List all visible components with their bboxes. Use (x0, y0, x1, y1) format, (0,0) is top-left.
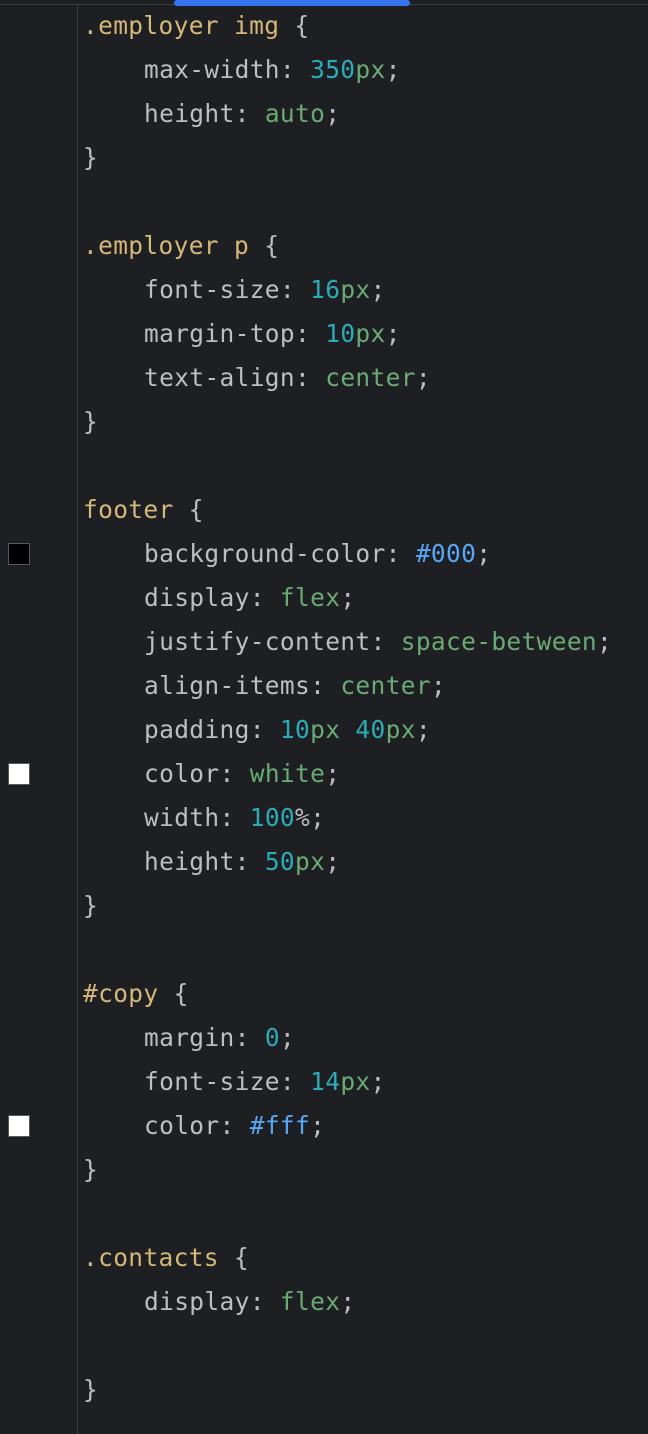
code-line: height: auto; (144, 99, 341, 128)
code-line: .employer p { (83, 231, 280, 260)
css-property: background-color (144, 539, 386, 568)
css-value: 16 (310, 275, 341, 304)
code-line: background-color: #000; (8, 532, 643, 576)
css-unit: px (340, 275, 371, 304)
css-property: font-size (144, 1067, 280, 1096)
code-line: text-align: center; (144, 363, 431, 392)
code-line: font-size: 16px; (144, 275, 386, 304)
css-property: text-align (144, 363, 296, 392)
code-line: width: 100%; (144, 803, 326, 832)
css-property: max-width (144, 55, 280, 84)
code-line: #copy { (83, 979, 189, 1008)
css-selector: #copy (83, 979, 159, 1008)
css-selector: .employer p (83, 231, 250, 260)
css-value: flex (279, 583, 341, 612)
css-property: font-size (144, 275, 280, 304)
css-value: 40 (355, 715, 386, 744)
css-value: space-between (400, 627, 598, 656)
css-value: 10 (325, 319, 356, 348)
code-line: footer { (83, 495, 204, 524)
css-unit: px (295, 847, 326, 876)
code-editor[interactable]: .employer img { max-width: 350px; height… (8, 4, 643, 1412)
css-property: color (144, 1111, 220, 1140)
css-value: 350 (310, 55, 356, 84)
css-selector: footer (83, 495, 174, 524)
css-value: center (325, 363, 416, 392)
css-selector: .contacts (83, 1243, 219, 1272)
code-line: color: #fff; (8, 1104, 643, 1148)
code-line: height: 50px; (144, 847, 341, 876)
css-value: 14 (310, 1067, 341, 1096)
code-line: } (83, 407, 99, 436)
css-property: width (144, 803, 220, 832)
css-value: 50 (264, 847, 296, 876)
code-line: display: flex; (144, 583, 356, 612)
css-selector: .employer img (83, 11, 280, 40)
css-property: margin-top (144, 319, 296, 348)
code-line: max-width: 350px; (144, 55, 401, 84)
color-swatch-white-icon[interactable] (8, 763, 30, 785)
css-value: white (249, 759, 326, 788)
css-property: height (144, 99, 235, 128)
code-line: margin: 0; (144, 1023, 296, 1052)
css-unit: px (385, 715, 416, 744)
css-property: align-items (144, 671, 311, 700)
code-line: .contacts { (83, 1243, 250, 1272)
color-swatch-white-icon[interactable] (8, 1115, 30, 1137)
code-line: padding: 10px 40px; (144, 715, 431, 744)
css-property: color (144, 759, 220, 788)
code-line: align-items: center; (144, 671, 447, 700)
code-line: } (83, 1155, 99, 1184)
css-property: height (144, 847, 235, 876)
code-line: justify-content: space-between; (144, 627, 613, 656)
css-value: 0 (264, 1023, 280, 1052)
color-swatch-black-icon[interactable] (8, 543, 30, 565)
css-value: 100 (249, 803, 296, 832)
css-property: margin (144, 1023, 235, 1052)
css-value: center (340, 671, 431, 700)
css-unit: px (340, 1067, 371, 1096)
css-property: display (144, 1287, 250, 1316)
code-line: } (83, 1375, 99, 1404)
code-line: display: flex; (144, 1287, 356, 1316)
code-line: color: white; (8, 752, 643, 796)
code-line: margin-top: 10px; (144, 319, 401, 348)
code-line: font-size: 14px; (144, 1067, 386, 1096)
gutter-divider (77, 5, 78, 1434)
css-unit: % (295, 803, 311, 832)
css-property: padding (144, 715, 250, 744)
css-property: justify-content (144, 627, 371, 656)
css-unit: px (355, 55, 386, 84)
css-unit: px (310, 715, 341, 744)
code-line: .employer img { (83, 11, 310, 40)
css-value: 10 (279, 715, 311, 744)
css-value: flex (279, 1287, 341, 1316)
code-line: } (83, 891, 99, 920)
css-value: auto (264, 99, 326, 128)
css-unit: px (355, 319, 386, 348)
css-value: #000 (415, 539, 477, 568)
css-property: display (144, 583, 250, 612)
css-value: #fff (249, 1111, 311, 1140)
code-line: } (83, 143, 99, 172)
